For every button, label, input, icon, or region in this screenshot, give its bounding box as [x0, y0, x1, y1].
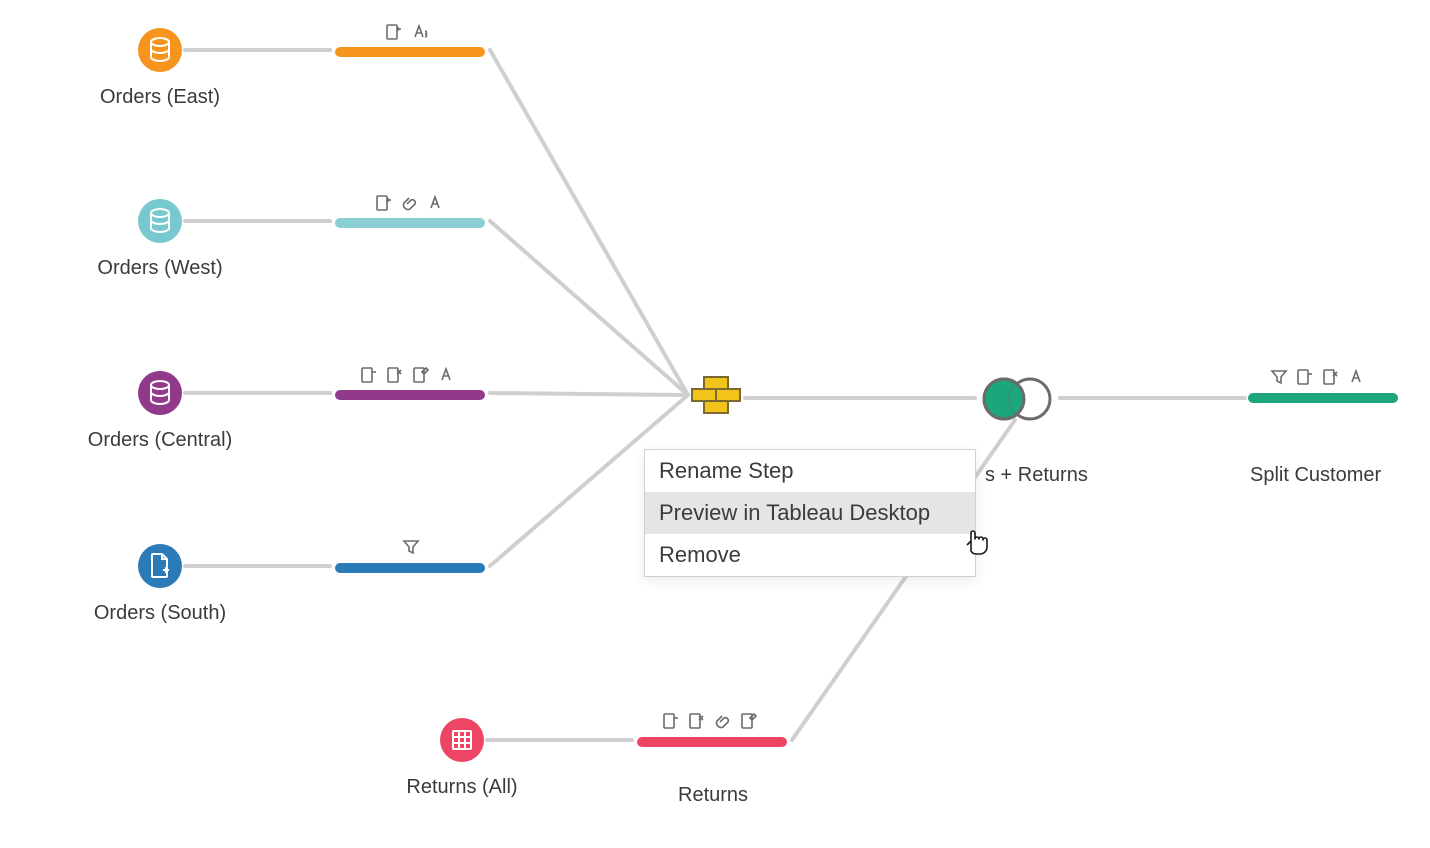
edit-icon [412, 366, 430, 384]
node-label: Orders (West) [97, 257, 222, 280]
change-icons [662, 712, 758, 730]
node-label: s + Returns [985, 464, 1088, 487]
context-menu: Rename Step Preview in Tableau Desktop R… [644, 449, 976, 577]
node-label: Orders (Central) [88, 429, 232, 452]
merge-icon [385, 23, 403, 41]
database-icon [138, 371, 182, 415]
node-returns-all[interactable]: Returns (All) [402, 718, 522, 799]
node-orders-west[interactable]: Orders (West) [100, 199, 220, 280]
change-icons [375, 194, 445, 212]
attachment-icon [714, 712, 732, 730]
node-label: Orders (East) [100, 86, 220, 109]
database-icon [138, 28, 182, 72]
attachment-icon [401, 194, 419, 212]
clean-step-returns[interactable] [637, 737, 787, 747]
clean-step-west[interactable] [335, 218, 485, 228]
node-union-all-orders[interactable] [690, 375, 745, 422]
merge-icon [662, 712, 680, 730]
menu-remove[interactable]: Remove [645, 534, 975, 576]
grid-icon [440, 718, 484, 762]
node-label: Split Customer [1250, 464, 1381, 487]
union-icon [690, 375, 745, 417]
remove-column-icon [386, 366, 404, 384]
database-icon [138, 199, 182, 243]
node-label: Orders (South) [94, 602, 226, 625]
remove-column-icon [1322, 368, 1340, 386]
change-icons [360, 366, 456, 384]
node-label: Returns (All) [406, 776, 517, 799]
filter-icon [1270, 368, 1288, 386]
clean-step-south[interactable] [335, 563, 485, 573]
rename-icon [438, 366, 456, 384]
change-icons [402, 538, 420, 556]
node-label: Returns [678, 784, 748, 807]
merge-icon [1296, 368, 1314, 386]
remove-column-icon [688, 712, 706, 730]
merge-icon [360, 366, 378, 384]
node-orders-central[interactable]: Orders (Central) [100, 371, 220, 452]
rename-icon [411, 23, 429, 41]
flow-canvas[interactable]: Orders (East) Orders (West) Orders (Cent… [0, 0, 1430, 848]
rename-icon [427, 194, 445, 212]
clean-step-central[interactable] [335, 390, 485, 400]
clean-step-split-customer[interactable] [1248, 393, 1398, 403]
change-icons [1270, 368, 1366, 386]
node-orders-east[interactable]: Orders (East) [100, 28, 220, 109]
change-icons [385, 23, 429, 41]
rename-icon [1348, 368, 1366, 386]
file-plus-icon [138, 544, 182, 588]
menu-preview-in-desktop[interactable]: Preview in Tableau Desktop [645, 492, 975, 534]
filter-icon [402, 538, 420, 556]
merge-icon [375, 194, 393, 212]
node-orders-plus-returns[interactable] [978, 377, 1056, 426]
node-orders-south[interactable]: Orders (South) [100, 544, 220, 625]
edit-icon [740, 712, 758, 730]
clean-step-east[interactable] [335, 47, 485, 57]
venn-icon [978, 377, 1056, 421]
menu-rename-step[interactable]: Rename Step [645, 450, 975, 492]
